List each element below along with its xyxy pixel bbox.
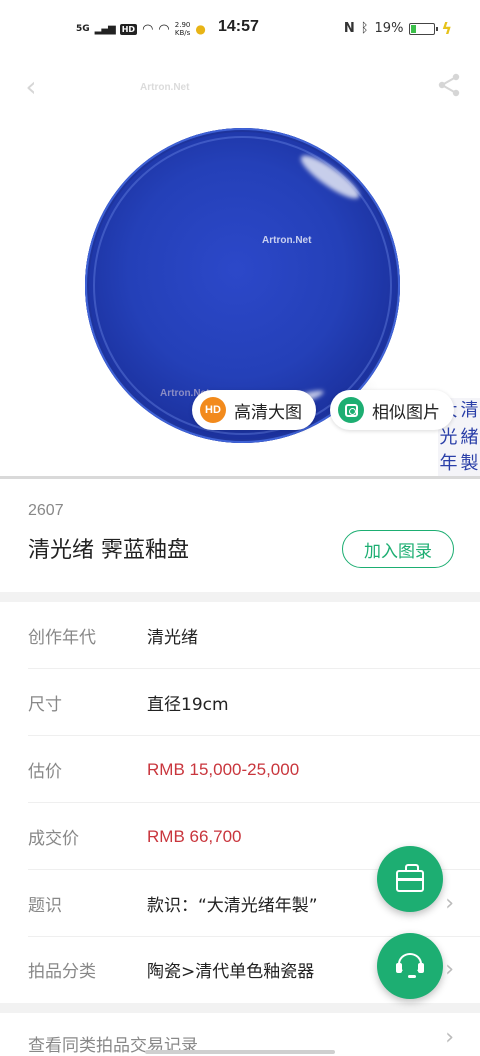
image-search-icon (338, 397, 364, 423)
detail-key: 尺寸 (28, 695, 62, 715)
chevron-right-icon: › (445, 957, 454, 982)
detail-key: 估价 (28, 762, 62, 782)
detail-value: 直径19cm (147, 695, 229, 715)
estimate-value: RMB 15,000-25,000 (147, 759, 300, 779)
battery-icon (409, 22, 439, 35)
speed-value: 2.90 (174, 21, 191, 29)
status-bar: 5G ▂▄▆ HD ◠ ◠ 2.90 KB/s ● 14:57 N ᛒ 19% … (0, 0, 480, 58)
headset-icon (396, 953, 424, 979)
signal-icon: ▂▄▆ (94, 23, 116, 35)
lot-number: 2607 (28, 502, 64, 519)
hammer-price-value: RMB 66,700 (147, 826, 242, 846)
bee-icon: ● (195, 22, 206, 36)
watermark-top: Artron.Net (140, 82, 190, 93)
detail-row-period: 创作年代 清光绪 (0, 602, 480, 669)
battery-percent: 19% (374, 21, 404, 36)
mark-char: 緒 (460, 426, 479, 448)
detail-row-estimate: 估价 RMB 15,000-25,000 (0, 736, 480, 803)
speed-unit: KB/s (174, 29, 191, 37)
wifi-icon-2: ◠ (158, 21, 170, 37)
clock: 14:57 (218, 18, 259, 35)
wifi-icon: ◠ (142, 21, 154, 37)
section-divider (0, 592, 480, 602)
status-left: 5G ▂▄▆ HD ◠ ◠ 2.90 KB/s ● (76, 18, 206, 40)
nfc-icon: N (343, 21, 355, 36)
similar-images-button[interactable]: 相似图片 (330, 390, 454, 430)
hd-icon: HD (200, 397, 226, 423)
chevron-right-icon: › (445, 891, 454, 916)
detail-value: 清光绪 (147, 628, 198, 648)
mark-char: 清 (460, 400, 479, 421)
mark-char: 年 (439, 453, 458, 475)
watermark-center: Artron.Net (262, 235, 312, 246)
customer-service-button[interactable] (377, 933, 443, 999)
hd-image-button[interactable]: HD 高清大图 (192, 390, 316, 430)
mark-char: 製 (460, 453, 479, 475)
image-divider (0, 476, 480, 479)
add-to-catalog-button[interactable]: 加入图录 (342, 530, 454, 568)
home-indicator (145, 1050, 335, 1054)
hd-badge: HD (119, 23, 138, 35)
detail-key: 拍品分类 (28, 962, 96, 982)
charging-icon: ϟ (441, 19, 452, 38)
shopping-bag-button[interactable] (377, 846, 443, 912)
bluetooth-icon: ᛒ (360, 21, 369, 36)
status-right: N ᛒ 19% ϟ (344, 19, 452, 38)
lot-image[interactable]: ‹ Artron.Net Artron.Net Artron.Net 大 清 光… (0, 58, 480, 478)
similar-images-label: 相似图片 (372, 402, 440, 423)
detail-row-size: 尺寸 直径19cm (0, 669, 480, 736)
detail-value: 陶瓷>清代单色釉瓷器 (147, 962, 315, 982)
network-indicator: 5G (76, 23, 90, 34)
lot-title: 清光绪 霁蓝釉盘 (28, 538, 189, 563)
detail-key: 创作年代 (28, 628, 96, 648)
network-speed: 2.90 KB/s (175, 21, 191, 37)
share-icon[interactable] (434, 72, 464, 102)
section-divider (0, 1003, 480, 1013)
back-arrow-icon[interactable]: ‹ (16, 72, 46, 102)
detail-key: 题识 (28, 896, 62, 916)
bag-icon (396, 864, 424, 892)
hd-image-label: 高清大图 (234, 402, 302, 423)
detail-key: 成交价 (28, 829, 79, 849)
chevron-right-icon: › (445, 1025, 454, 1050)
detail-value: 款识：“大清光绪年製” (147, 896, 318, 916)
